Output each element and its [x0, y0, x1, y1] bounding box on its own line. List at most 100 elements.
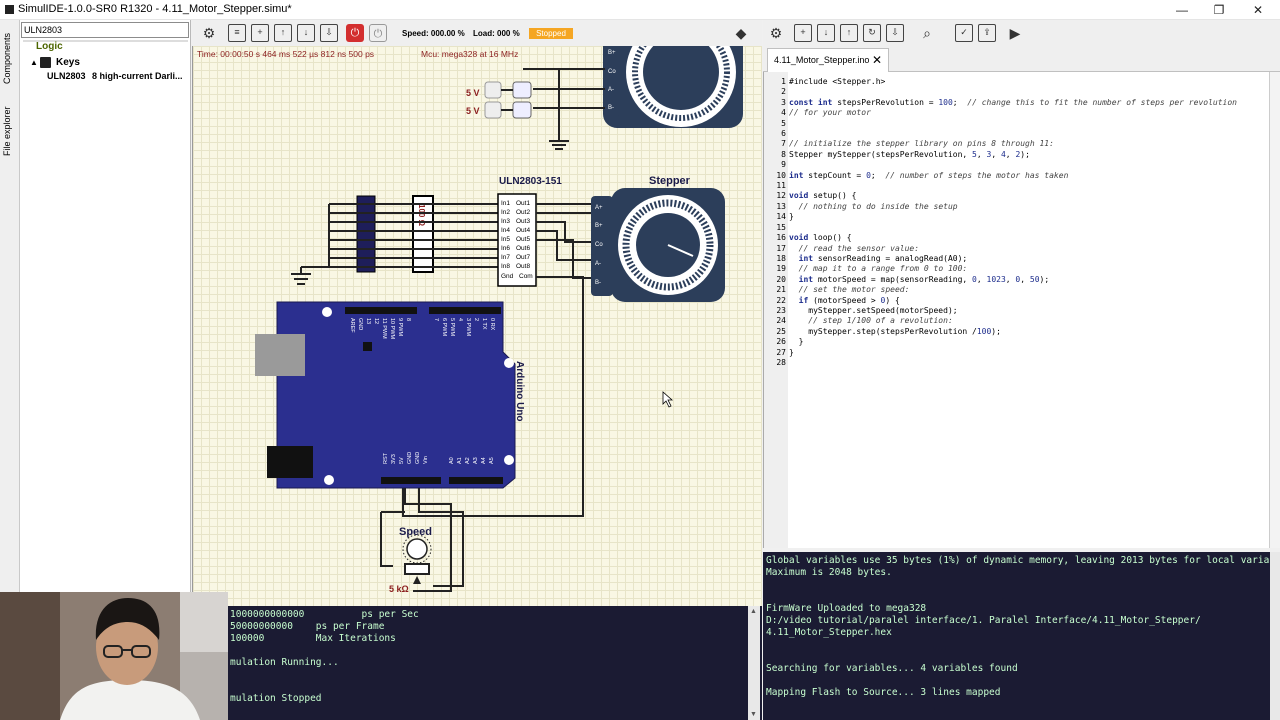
console-line: 50000000000 ps per Frame	[230, 621, 385, 632]
code-line[interactable]	[789, 87, 1237, 97]
code-line[interactable]: const int stepsPerRevolution = 100; // c…	[789, 98, 1237, 108]
line-number: 7	[781, 139, 786, 149]
circuit-icon[interactable]: ≡	[228, 24, 246, 42]
code-line[interactable]: int sensorReading = analogRead(A0);	[789, 254, 1237, 264]
arduino-pin-label: 7	[433, 318, 439, 321]
title-bar: SimulIDE-1.0.0-SR0 R1320 - 4.11_Motor_St…	[0, 0, 1280, 20]
editor-new-icon[interactable]: +	[794, 24, 812, 42]
editor-settings-gear-icon[interactable]: ⚙	[767, 24, 785, 42]
line-number: 27	[776, 347, 786, 357]
line-number: 10	[776, 170, 786, 180]
line-number: 26	[776, 337, 786, 347]
tab-motor-stepper-ino[interactable]: 4.11_Motor_Stepper.ino ✕	[767, 48, 889, 72]
save-as-icon[interactable]: ⇩	[320, 24, 338, 42]
code-line[interactable]: // initialize the stepper library on pin…	[789, 139, 1237, 149]
code-line[interactable]: Stepper myStepper(stepsPerRevolution, 5,…	[789, 150, 1237, 160]
editor-open-icon[interactable]: ↑	[840, 24, 858, 42]
minimize-button[interactable]: —	[1162, 1, 1202, 19]
close-button[interactable]: ✕	[1238, 1, 1278, 19]
settings-gear-icon[interactable]: ⚙	[200, 24, 218, 42]
tab-components[interactable]: Components	[2, 26, 18, 90]
arduino-pin-label: 4	[457, 318, 463, 321]
tree-item-description: 8 high-current Darli...	[92, 71, 183, 81]
editor-scrollbar[interactable]	[1269, 72, 1280, 548]
code-line[interactable]: // read the sensor value:	[789, 244, 1237, 254]
find-replace-icon[interactable]: ⌕	[918, 24, 936, 42]
tree-group-keys[interactable]: Keys	[56, 57, 80, 68]
stepper-pin-b-plus: B+	[595, 223, 603, 229]
category-logic[interactable]: Logic	[36, 41, 63, 52]
save-file-icon[interactable]: ↓	[297, 24, 315, 42]
code-line[interactable]: int stepCount = 0; // number of steps th…	[789, 171, 1237, 181]
tab-close-icon[interactable]: ✕	[872, 53, 882, 67]
dock-tab-bar: Components File explorer	[0, 20, 20, 592]
stepper-motor-top[interactable]: B+ Co A- B-	[603, 46, 743, 128]
code-line[interactable]	[789, 160, 1237, 170]
code-line[interactable]: void loop() {	[789, 233, 1237, 243]
code-line[interactable]: // for your motor	[789, 108, 1237, 118]
code-line[interactable]: #include <Stepper.h>	[789, 77, 1237, 87]
uln2803-chip[interactable]: In1 In2 In3 In4 In5 In6 In7 In8 Gnd Out1…	[497, 193, 537, 287]
code-line[interactable]	[789, 358, 1237, 368]
voltage-source-2[interactable]	[484, 101, 532, 119]
simulator-output-text: 1000000000000 ps per Sec 50000000000 ps p…	[230, 609, 419, 705]
component-toggle-icon[interactable]: ◆	[732, 24, 750, 42]
arduino-pin-label: AREF	[349, 318, 355, 333]
code-line[interactable]: myStepper.step(stepsPerRevolution /100);	[789, 327, 1237, 337]
code-line[interactable]	[789, 181, 1237, 191]
editor-save-as-icon[interactable]: ⇩	[886, 24, 904, 42]
tree-item-uln2803[interactable]: ULN2803	[47, 71, 86, 81]
speed-potentiometer[interactable]	[402, 534, 432, 584]
stepper-motor[interactable]: A+ B+ Co A- B-	[591, 188, 725, 302]
uln-pin-out2: Out2	[516, 209, 530, 216]
new-file-icon[interactable]: +	[251, 24, 269, 42]
code-line[interactable]: // step 1/100 of a revolution:	[789, 316, 1237, 326]
code-line[interactable]: // nothing to do inside the setup	[789, 202, 1237, 212]
console-line: Global variables use 35 bytes (1%) of dy…	[766, 555, 1280, 566]
debug-icon[interactable]: ▶	[1006, 24, 1024, 42]
code-line[interactable]: int motorSpeed = map(sensorReading, 0, 1…	[789, 275, 1237, 285]
uln-pin-com: Com	[519, 273, 533, 280]
line-number: 11	[776, 181, 786, 191]
code-line[interactable]	[789, 223, 1237, 233]
editor-reload-icon[interactable]: ↻	[863, 24, 881, 42]
compile-check-icon[interactable]: ✓	[955, 24, 973, 42]
component-search-input[interactable]	[21, 22, 189, 38]
uln-pin-out5: Out5	[516, 236, 530, 243]
code-line[interactable]: if (motorSpeed > 0) {	[789, 296, 1237, 306]
uln-pin-out7: Out7	[516, 254, 530, 261]
uln-pin-in5: In5	[501, 236, 510, 243]
collapse-arrow-icon[interactable]: ▲	[30, 58, 38, 67]
maximize-button[interactable]: ❐	[1199, 1, 1239, 19]
pause-icon[interactable]: ⏻	[369, 24, 387, 42]
code-editor[interactable]: 1 2 3 4 5 6 7 8 9 10 11 12 13 14 15 16 17 18 19 20 21 22 23 24 2…	[763, 72, 1280, 548]
code-line[interactable]: }	[789, 212, 1237, 222]
console-scrollbar[interactable]: ▲ ▼	[748, 606, 760, 720]
console-scrollbar[interactable]	[1270, 552, 1280, 720]
code-line[interactable]	[789, 129, 1237, 139]
simulator-output-console: 1000000000000 ps per Sec 50000000000 ps p…	[228, 606, 762, 720]
code-line[interactable]: myStepper.setSpeed(motorSpeed);	[789, 306, 1237, 316]
code-line[interactable]: // set the motor speed:	[789, 285, 1237, 295]
code-line[interactable]: }	[789, 348, 1237, 358]
open-file-icon[interactable]: ↑	[274, 24, 292, 42]
console-line: 4.11_Motor_Stepper.hex	[766, 627, 892, 638]
code-line[interactable]: void setup() {	[789, 191, 1237, 201]
line-number: 20	[776, 274, 786, 284]
upload-icon[interactable]: ⇪	[978, 24, 996, 42]
console-line: mulation Running...	[230, 657, 339, 668]
circuit-canvas[interactable]: Time: 00:00:50 s 464 ms 522 µs 812 ns 50…	[192, 46, 762, 606]
code-line[interactable]: }	[789, 337, 1237, 347]
tab-file-explorer[interactable]: File explorer	[2, 96, 18, 166]
arduino-pin-label: A4	[481, 457, 487, 464]
code-line[interactable]	[789, 119, 1237, 129]
code-body[interactable]: #include <Stepper.h> const int stepsPerR…	[789, 77, 1237, 368]
voltage-source-1[interactable]	[484, 81, 532, 99]
mcu-readout: Mcu: mega328 at 16 MHz	[421, 49, 518, 59]
power-stop-icon[interactable]: ⏻	[346, 24, 364, 42]
code-line[interactable]: // map it to a range from 0 to 100:	[789, 264, 1237, 274]
editor-save-icon[interactable]: ↓	[817, 24, 835, 42]
